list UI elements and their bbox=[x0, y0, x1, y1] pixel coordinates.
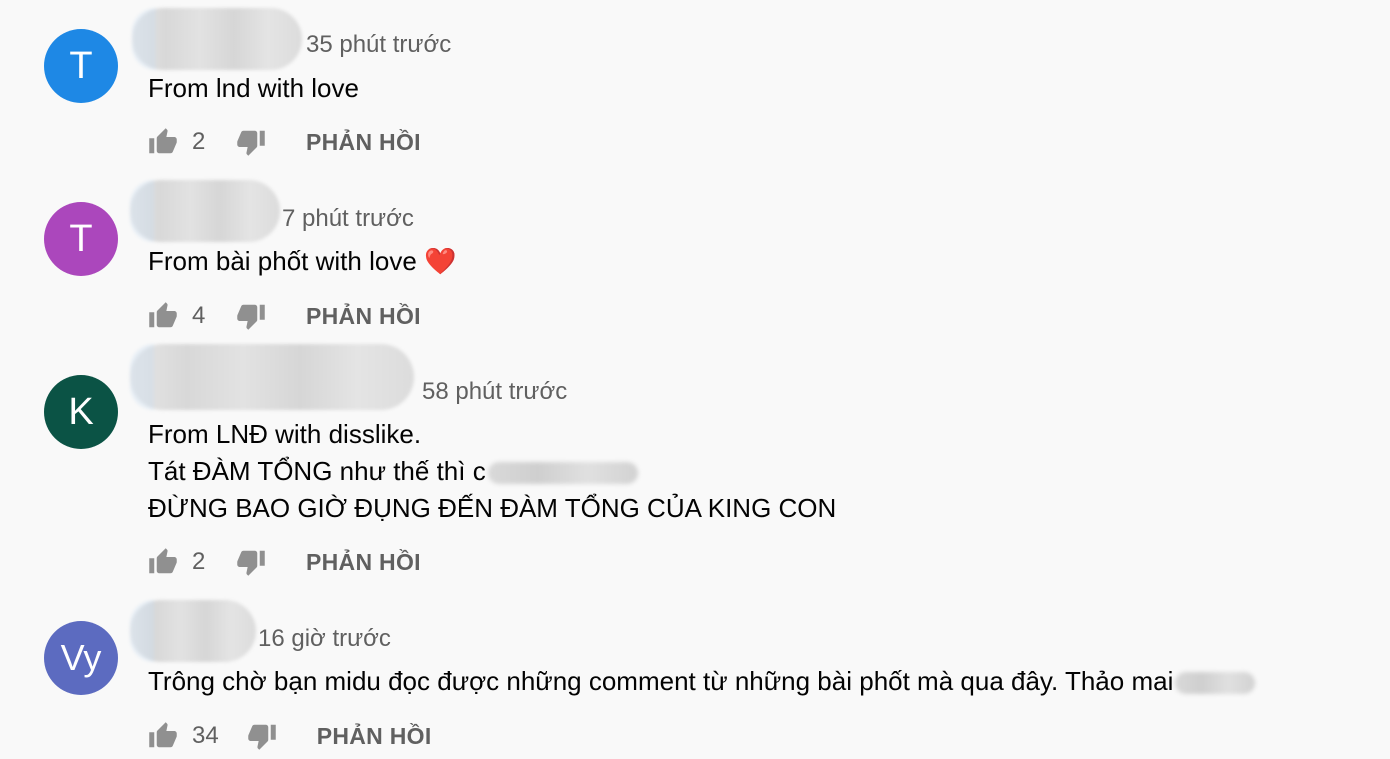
comment-text-line-2: Tát ĐÀM TỔNG như thế thì c bbox=[148, 456, 638, 487]
redacted-text bbox=[487, 462, 638, 485]
comment-text-line-3: ĐỪNG BAO GIỜ ĐỤNG ĐẾN ĐÀM TỔNG CỦA KING … bbox=[148, 493, 837, 523]
comment-text: From bài phốt with love ❤️ bbox=[148, 246, 456, 277]
thumb-down-icon bbox=[247, 724, 276, 750]
avatar[interactable]: T bbox=[44, 202, 118, 276]
comment-timestamp[interactable]: 16 giờ trước bbox=[258, 625, 391, 653]
heart-emoji: ❤️ bbox=[424, 246, 457, 276]
avatar[interactable]: Vy bbox=[44, 621, 118, 695]
thumb-down-icon bbox=[237, 550, 265, 576]
author-name-redacted[interactable] bbox=[130, 180, 280, 242]
dislike-button[interactable] bbox=[236, 547, 266, 577]
comment-text-content: Trông chờ bạn midu đọc được những commen… bbox=[148, 666, 1174, 696]
comment-timestamp[interactable]: 35 phút trước bbox=[306, 31, 451, 59]
redacted-text bbox=[1175, 672, 1256, 695]
like-count: 2 bbox=[192, 128, 206, 155]
comment-actions: 2 PHẢN HỒI bbox=[148, 126, 421, 158]
dislike-button[interactable] bbox=[236, 301, 266, 331]
author-name-redacted[interactable] bbox=[132, 8, 302, 70]
thumb-up-icon bbox=[149, 128, 177, 154]
comment-actions: 2 PHẢN HỒI bbox=[148, 546, 421, 578]
thumb-down-icon bbox=[237, 130, 265, 156]
comment-actions: 34 PHẢN HỒI bbox=[148, 720, 432, 752]
thumb-up-icon bbox=[149, 548, 177, 574]
reply-button[interactable]: PHẢN HỒI bbox=[317, 723, 432, 750]
comment-text: Trông chờ bạn midu đọc được những commen… bbox=[148, 666, 1256, 697]
comment-text-content: Tát ĐÀM TỔNG như thế thì c bbox=[148, 456, 486, 486]
avatar[interactable]: K bbox=[44, 375, 118, 449]
like-count: 34 bbox=[192, 722, 219, 749]
thumb-up-icon bbox=[149, 302, 177, 328]
comment-timestamp[interactable]: 7 phút trước bbox=[282, 205, 414, 233]
like-button[interactable] bbox=[148, 547, 178, 577]
reply-button[interactable]: PHẢN HỒI bbox=[306, 303, 421, 330]
reply-button[interactable]: PHẢN HỒI bbox=[306, 129, 421, 156]
like-button[interactable] bbox=[148, 721, 178, 751]
dislike-button[interactable] bbox=[236, 127, 266, 157]
comment-text: From lnd with love bbox=[148, 73, 359, 103]
thumb-down-icon bbox=[237, 304, 265, 330]
dislike-button[interactable] bbox=[247, 721, 277, 751]
like-button[interactable] bbox=[148, 127, 178, 157]
comment-text-content: From bài phốt with love bbox=[148, 246, 417, 276]
avatar[interactable]: T bbox=[44, 29, 118, 103]
author-name-redacted[interactable] bbox=[130, 600, 256, 662]
like-count: 2 bbox=[192, 548, 206, 575]
comment-actions: 4 PHẢN HỒI bbox=[148, 300, 421, 332]
reply-button[interactable]: PHẢN HỒI bbox=[306, 549, 421, 576]
thumb-up-icon bbox=[149, 722, 177, 748]
comment-text-line-1: From LNĐ with disslike. bbox=[148, 419, 422, 449]
author-name-redacted[interactable] bbox=[130, 344, 414, 410]
like-button[interactable] bbox=[148, 301, 178, 331]
like-count: 4 bbox=[192, 302, 206, 329]
comment-timestamp[interactable]: 58 phút trước bbox=[422, 378, 567, 406]
